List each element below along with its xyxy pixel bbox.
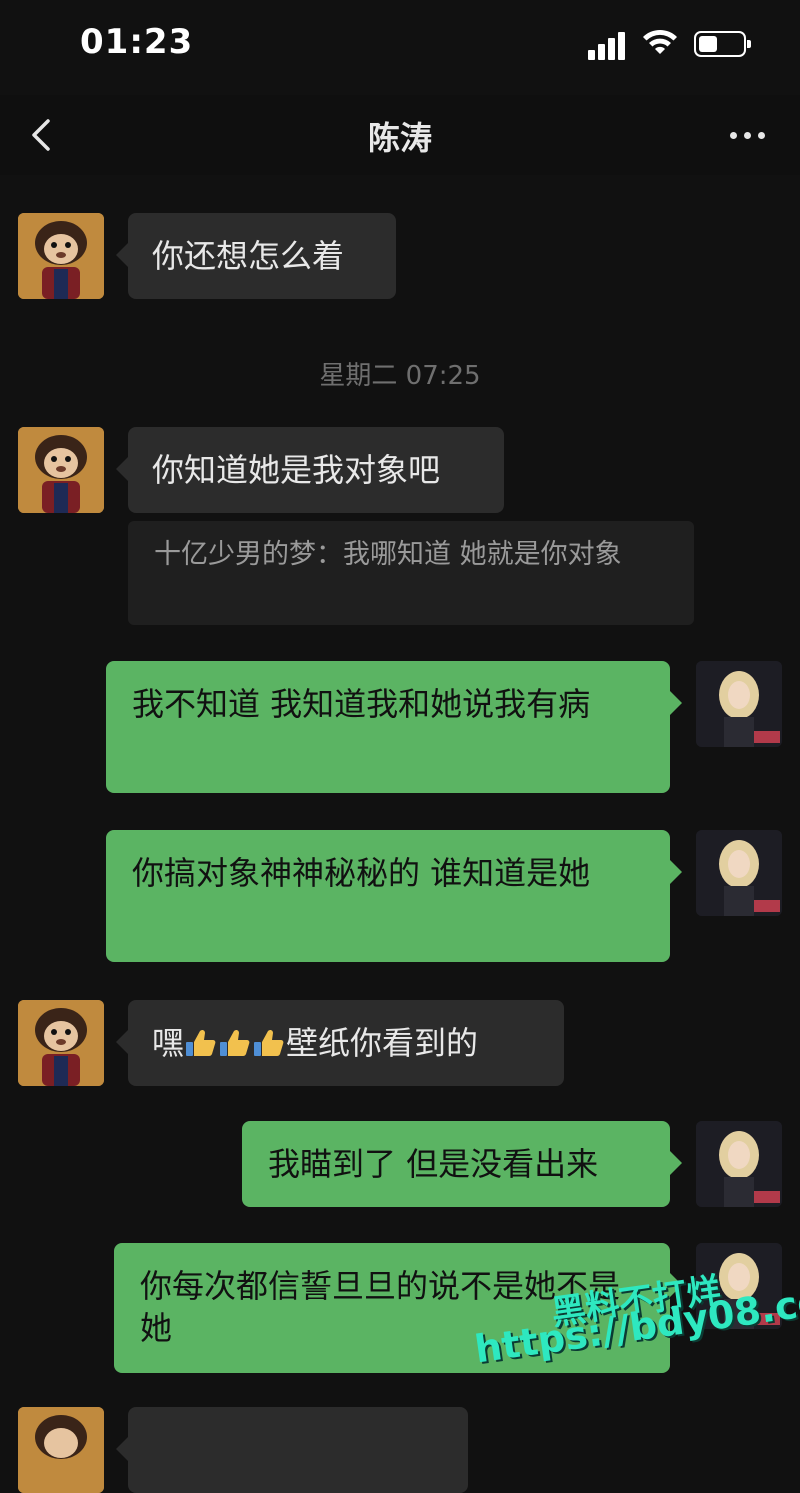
- avatar-contact[interactable]: [18, 213, 104, 299]
- avatar-contact[interactable]: [18, 1000, 104, 1086]
- quoted-text: 十亿少男的梦：我哪知道 她就是你对象: [154, 539, 622, 570]
- message-text: 你还想怎么着: [152, 237, 345, 275]
- avatar-self[interactable]: [696, 661, 782, 747]
- wifi-icon: [643, 29, 677, 54]
- avatar-contact[interactable]: [18, 1407, 104, 1493]
- status-bar: 01:23: [0, 0, 800, 90]
- avatar-self[interactable]: [696, 830, 782, 916]
- cellular-signal-icon: [588, 30, 632, 60]
- message-bubble-outgoing[interactable]: 我不知道 我知道我和她说我有病: [106, 661, 682, 793]
- status-time: 01:23: [80, 22, 194, 62]
- message-bubble-outgoing[interactable]: 我瞄到了 但是没看出来: [242, 1121, 682, 1207]
- message-text: 壁纸你看到的: [286, 1024, 479, 1062]
- message-bubble-incoming[interactable]: 嘿 壁纸你看到的: [116, 1000, 564, 1086]
- thumbs-up-icon: [186, 1029, 216, 1056]
- avatar-contact[interactable]: [18, 427, 104, 513]
- message-text: 你搞对象神神秘秘的 谁知道是她: [132, 854, 591, 892]
- battery-icon: [694, 31, 751, 57]
- chat-title: 陈涛: [367, 119, 432, 157]
- thumbs-up-icon: [254, 1029, 284, 1056]
- message-bubble-outgoing[interactable]: 你搞对象神神秘秘的 谁知道是她: [106, 830, 682, 962]
- message-text: 我不知道 我知道我和她说我有病: [132, 685, 591, 723]
- message-list[interactable]: 你还想怎么着 星期二 07:25 你知道她是我对象吧 十亿少男的梦：我哪知道 她…: [0, 175, 800, 1493]
- message-text: 我瞄到了 但是没看出来: [268, 1145, 599, 1183]
- avatar-self[interactable]: [696, 1121, 782, 1207]
- ellipsis-icon[interactable]: [724, 115, 772, 155]
- chat-header: 陈涛: [0, 95, 800, 175]
- message-bubble-incoming[interactable]: 你知道她是我对象吧: [116, 427, 504, 513]
- quoted-message[interactable]: 十亿少男的梦：我哪知道 她就是你对象: [128, 521, 694, 625]
- message-bubble-incoming[interactable]: [116, 1407, 468, 1493]
- message-text: 嘿: [152, 1024, 185, 1062]
- message-text: 你知道她是我对象吧: [152, 451, 441, 489]
- message-bubble-incoming[interactable]: 你还想怎么着: [116, 213, 396, 299]
- thumbs-up-icon: [220, 1029, 250, 1056]
- message-timestamp: 星期二 07:25: [319, 361, 481, 391]
